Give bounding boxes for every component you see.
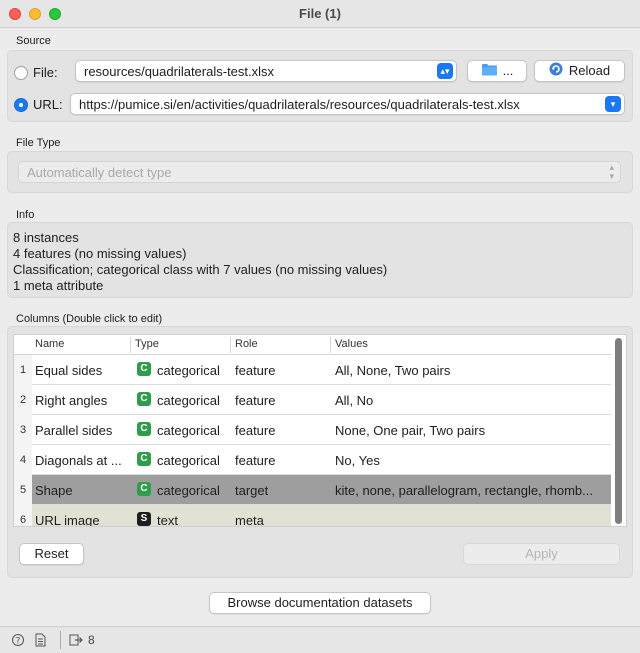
status-divider	[60, 631, 61, 649]
file-path-combo[interactable]: resources/quadrilaterals-test.xlsx ▴▾	[75, 60, 457, 82]
table-row[interactable]: 4 Diagonals at ... C categorical feature…	[14, 445, 611, 475]
cell-values[interactable]: All, No	[335, 393, 607, 408]
url-radio-label: URL:	[33, 97, 63, 112]
header-divider	[230, 337, 231, 353]
cell-role[interactable]: feature	[235, 363, 275, 378]
window-title: File (1)	[299, 6, 341, 21]
cell-values[interactable]: kite, none, parallelogram, rectangle, rh…	[335, 483, 607, 498]
reload-button[interactable]: Reload	[534, 60, 625, 82]
chevron-updown-icon: ▴▾	[609, 162, 614, 181]
file-radio[interactable]	[14, 66, 28, 80]
cell-name[interactable]: Shape	[35, 483, 127, 498]
header-values[interactable]: Values	[335, 338, 368, 350]
columns-label: Columns (Double click to edit)	[16, 313, 163, 325]
cell-values[interactable]: No, Yes	[335, 453, 607, 468]
file-type-combo[interactable]: Automatically detect type ▴ ▾	[18, 161, 621, 183]
cell-values[interactable]: None, One pair, Two pairs	[335, 423, 607, 438]
file-radio-label: File:	[33, 65, 58, 80]
browse-file-label: ...	[502, 63, 514, 78]
reload-label: Reload	[568, 63, 611, 78]
columns-table[interactable]: Name Type Role Values 1 Equal sides C ca…	[13, 334, 627, 527]
status-bar: ? 8	[0, 626, 640, 653]
url-value: https://pumice.si/en/activities/quadrila…	[79, 97, 520, 112]
table-row[interactable]: 1 Equal sides C categorical feature All,…	[14, 355, 611, 385]
cell-values[interactable]: All, None, Two pairs	[335, 363, 607, 378]
cell-name[interactable]: Equal sides	[35, 363, 127, 378]
chevron-updown-icon: ▴▾	[437, 63, 453, 79]
cell-role[interactable]: meta	[235, 513, 264, 526]
output-icon	[69, 633, 83, 650]
header-name[interactable]: Name	[35, 338, 64, 350]
categorical-type-icon: C	[137, 422, 151, 436]
cell-role[interactable]: target	[235, 483, 268, 498]
url-radio[interactable]	[14, 98, 28, 112]
source-group: File: resources/quadrilaterals-test.xlsx…	[7, 50, 633, 122]
cell-name[interactable]: Right angles	[35, 393, 127, 408]
title-bar: File (1)	[0, 0, 640, 28]
categorical-type-icon: C	[137, 482, 151, 496]
info-label: Info	[16, 209, 35, 221]
row-number: 6	[14, 505, 32, 526]
file-type-label: File Type	[16, 137, 61, 149]
cell-type[interactable]: categorical	[157, 453, 220, 468]
file-type-group: Automatically detect type ▴ ▾	[7, 151, 633, 193]
row-number: 5	[14, 475, 32, 505]
cell-name[interactable]: Diagonals at ...	[35, 453, 127, 468]
info-instances: 8 instances	[13, 230, 79, 245]
header-divider	[130, 337, 131, 353]
help-icon[interactable]: ?	[12, 633, 24, 650]
table-scrollbar[interactable]	[615, 338, 622, 524]
row-number: 3	[14, 415, 32, 445]
folder-icon	[481, 62, 498, 82]
row-number: 2	[14, 385, 32, 415]
row-number: 1	[14, 355, 32, 385]
info-meta: 1 meta attribute	[13, 278, 104, 293]
categorical-type-icon: C	[137, 362, 151, 376]
cell-role[interactable]: feature	[235, 393, 275, 408]
cell-name[interactable]: Parallel sides	[35, 423, 127, 438]
table-header: Name Type Role Values	[14, 335, 611, 355]
scrollbar-thumb[interactable]	[615, 338, 622, 524]
file-path-value: resources/quadrilaterals-test.xlsx	[84, 64, 275, 79]
file-type-value: Automatically detect type	[27, 165, 172, 180]
chevron-down-icon: ▾	[605, 96, 621, 112]
cell-role[interactable]: feature	[235, 423, 275, 438]
svg-text:?: ?	[16, 637, 21, 647]
header-type[interactable]: Type	[135, 338, 159, 350]
cell-type[interactable]: categorical	[157, 423, 220, 438]
url-combo[interactable]: https://pumice.si/en/activities/quadrila…	[70, 93, 625, 115]
string-type-icon: S	[137, 512, 151, 526]
output-count: 8	[88, 633, 95, 647]
table-row[interactable]: 2 Right angles C categorical feature All…	[14, 385, 611, 415]
table-row[interactable]: 6 URL image S text meta	[14, 505, 611, 526]
cell-type[interactable]: text	[157, 513, 178, 526]
categorical-type-icon: C	[137, 392, 151, 406]
header-role[interactable]: Role	[235, 338, 258, 350]
report-icon[interactable]	[35, 633, 46, 650]
cell-type[interactable]: categorical	[157, 483, 220, 498]
source-label: Source	[16, 35, 51, 47]
reset-button[interactable]: Reset	[19, 543, 84, 565]
row-number: 4	[14, 445, 32, 475]
header-divider	[330, 337, 331, 353]
browse-file-button[interactable]: ...	[467, 60, 527, 82]
info-classification: Classification; categorical class with 7…	[13, 262, 388, 277]
table-row[interactable]: 3 Parallel sides C categorical feature N…	[14, 415, 611, 445]
cell-role[interactable]: feature	[235, 453, 275, 468]
cell-type[interactable]: categorical	[157, 393, 220, 408]
table-row[interactable]: 5 Shape C categorical target kite, none,…	[14, 475, 611, 505]
cell-name[interactable]: URL image	[35, 513, 127, 526]
apply-button[interactable]: Apply	[463, 543, 620, 565]
reload-icon	[549, 62, 563, 82]
info-features: 4 features (no missing values)	[13, 246, 187, 261]
browse-documentation-datasets-button[interactable]: Browse documentation datasets	[209, 592, 431, 614]
categorical-type-icon: C	[137, 452, 151, 466]
cell-type[interactable]: categorical	[157, 363, 220, 378]
